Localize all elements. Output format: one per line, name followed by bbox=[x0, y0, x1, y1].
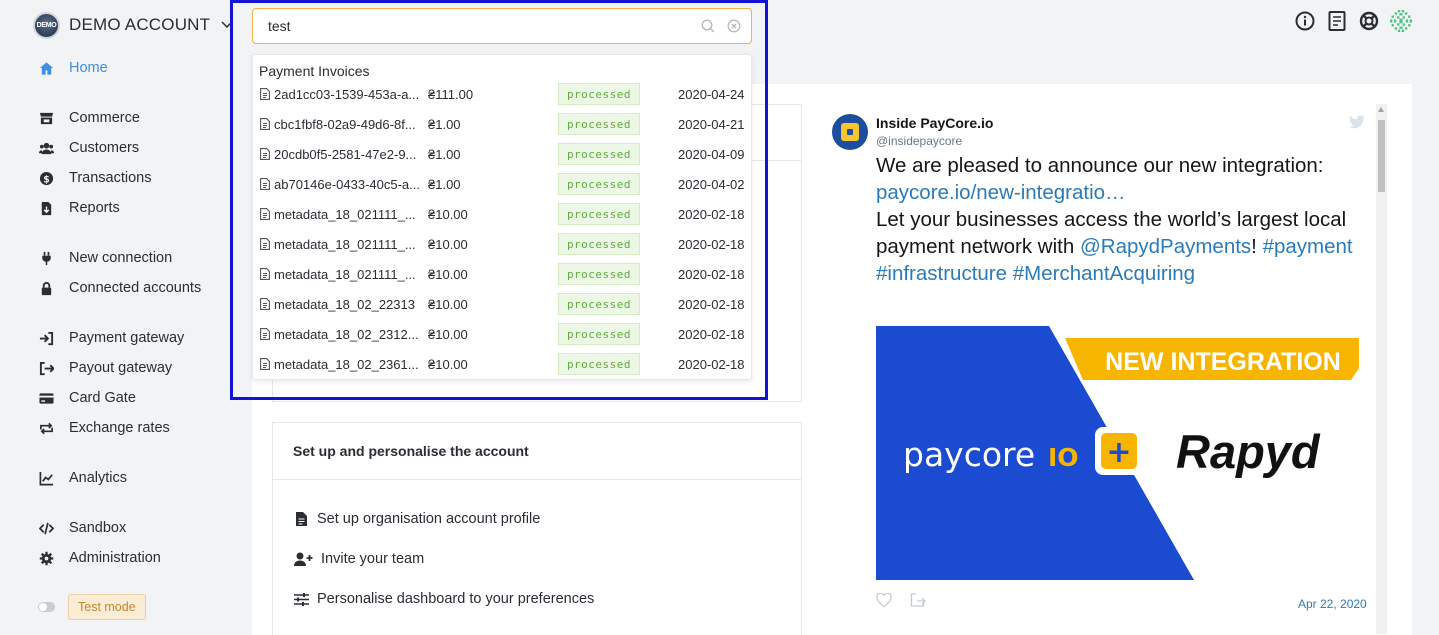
sidebar-item-new-connection[interactable]: New connection bbox=[38, 247, 172, 269]
sidebar-item-customers[interactable]: Customers bbox=[38, 137, 139, 159]
lifebuoy-icon[interactable] bbox=[1358, 10, 1380, 32]
twitter-bird-icon[interactable] bbox=[1349, 115, 1365, 129]
heart-icon[interactable] bbox=[876, 592, 892, 612]
setup-item-label: Invite your team bbox=[321, 551, 425, 567]
test-mode-toggle[interactable] bbox=[38, 602, 55, 612]
sidebar-item-label: Transactions bbox=[69, 170, 152, 186]
sign-out-icon bbox=[38, 360, 54, 376]
tweet-avatar[interactable] bbox=[832, 114, 868, 150]
tweet-mention[interactable]: @RapydPayments bbox=[1080, 235, 1251, 258]
file-text-icon bbox=[293, 512, 309, 526]
paycore-logo-icon bbox=[841, 123, 859, 141]
tweet-embed: Inside PayCore.io @insidepaycore We are … bbox=[822, 104, 1387, 634]
sidebar-item-label: Analytics bbox=[69, 470, 128, 486]
sidebar-item-exchange-rates[interactable]: Exchange rates bbox=[38, 417, 170, 439]
sidebar-item-label: Customers bbox=[69, 140, 140, 156]
gear-icon bbox=[38, 550, 54, 566]
sidebar: DEMO DEMO ACCOUNT Home Commerce Customer… bbox=[0, 0, 252, 635]
tweet-text: We are pleased to announce our new integ… bbox=[876, 152, 1371, 287]
invite-team-link[interactable]: Invite your team bbox=[293, 551, 424, 567]
account-logo: DEMO bbox=[33, 11, 60, 39]
user-plus-icon bbox=[293, 552, 313, 566]
book-icon[interactable] bbox=[1326, 10, 1348, 32]
sidebar-item-label: Payment gateway bbox=[69, 330, 185, 346]
sidebar-item-administration[interactable]: Administration bbox=[38, 547, 161, 569]
dollar-circle-icon: $ bbox=[38, 170, 54, 186]
info-icon[interactable] bbox=[1294, 10, 1316, 32]
tweet-actions bbox=[876, 592, 926, 612]
share-icon[interactable] bbox=[910, 593, 926, 612]
sidebar-item-label: Home bbox=[69, 60, 108, 76]
sidebar-item-payout-gateway[interactable]: Payout gateway bbox=[38, 357, 172, 379]
tweet-hashtag[interactable]: #payment bbox=[1263, 235, 1353, 258]
lock-icon bbox=[38, 280, 54, 296]
tweet-text-line: ! bbox=[1251, 235, 1263, 258]
tweet-image[interactable]: NEW INTEGRATION paycore IO + Rapyd bbox=[876, 326, 1359, 580]
sidebar-item-commerce[interactable]: Commerce bbox=[38, 107, 140, 129]
sidebar-item-label: New connection bbox=[69, 250, 173, 266]
highlight-box bbox=[230, 0, 768, 400]
integration-banner-graphic: NEW INTEGRATION paycore IO + Rapyd bbox=[876, 326, 1359, 580]
sidebar-item-transactions[interactable]: $ Transactions bbox=[38, 167, 151, 189]
sidebar-item-label: Connected accounts bbox=[69, 280, 202, 296]
banner-text: NEW INTEGRATION bbox=[1105, 348, 1341, 376]
users-icon bbox=[38, 140, 54, 156]
sign-in-icon bbox=[38, 330, 54, 346]
line-chart-icon bbox=[38, 470, 54, 486]
test-mode-control: Test mode bbox=[38, 594, 146, 620]
sidebar-item-home[interactable]: Home bbox=[38, 57, 108, 79]
code-icon bbox=[38, 520, 54, 536]
sidebar-item-label: Administration bbox=[69, 550, 161, 566]
setup-item-label: Set up organisation account profile bbox=[317, 511, 541, 527]
account-name: DEMO ACCOUNT bbox=[69, 15, 211, 34]
plus-sign: + bbox=[1106, 435, 1131, 470]
tweet-author-name[interactable]: Inside PayCore.io bbox=[876, 115, 993, 131]
setup-card: Set up and personalise the account Set u… bbox=[272, 422, 802, 635]
plug-icon bbox=[38, 250, 54, 266]
sidebar-item-sandbox[interactable]: Sandbox bbox=[38, 517, 126, 539]
setup-profile-link[interactable]: Set up organisation account profile bbox=[293, 511, 540, 527]
top-toolbar bbox=[1294, 10, 1412, 32]
sidebar-item-label: Payout gateway bbox=[69, 360, 173, 376]
tweet-link[interactable]: paycore.io/new-integratio… bbox=[876, 181, 1126, 204]
home-icon bbox=[38, 60, 54, 76]
pattern-avatar-icon[interactable] bbox=[1390, 10, 1412, 32]
svg-text:$: $ bbox=[43, 174, 50, 185]
report-file-icon bbox=[38, 200, 54, 216]
sidebar-item-label: Card Gate bbox=[69, 390, 136, 406]
tweet-hashtag[interactable]: #MerchantAcquiring bbox=[1013, 262, 1195, 285]
rapyd-wordmark: Rapyd bbox=[1176, 425, 1321, 478]
sliders-icon bbox=[293, 592, 309, 606]
sidebar-item-label: Exchange rates bbox=[69, 420, 170, 436]
scroll-up-arrow-icon[interactable] bbox=[1378, 107, 1384, 112]
sidebar-item-label: Sandbox bbox=[69, 520, 127, 536]
exchange-icon bbox=[38, 420, 54, 436]
sidebar-item-connected-accounts[interactable]: Connected accounts bbox=[38, 277, 201, 299]
sidebar-item-payment-gateway[interactable]: Payment gateway bbox=[38, 327, 184, 349]
scrollbar-thumb[interactable] bbox=[1378, 120, 1385, 192]
credit-card-icon bbox=[38, 390, 54, 406]
sidebar-item-analytics[interactable]: Analytics bbox=[38, 467, 127, 489]
sidebar-item-card-gate[interactable]: Card Gate bbox=[38, 387, 136, 409]
tweet-hashtag[interactable]: #infrastructure bbox=[876, 262, 1007, 285]
tweet-author-handle[interactable]: @insidepaycore bbox=[876, 134, 962, 148]
personalise-dashboard-link[interactable]: Personalise dashboard to your preference… bbox=[293, 591, 594, 607]
store-icon bbox=[38, 110, 54, 126]
sidebar-item-label: Reports bbox=[69, 200, 120, 216]
tweet-scrollbar[interactable] bbox=[1376, 104, 1387, 634]
paycore-wordmark: paycore bbox=[903, 435, 1035, 474]
test-mode-badge: Test mode bbox=[68, 594, 146, 620]
account-switcher[interactable]: DEMO DEMO ACCOUNT bbox=[33, 11, 233, 39]
paycore-wordmark-suffix: IO bbox=[1048, 443, 1079, 472]
sidebar-item-label: Commerce bbox=[69, 110, 140, 126]
tweet-text-line: We are pleased to announce our new integ… bbox=[876, 154, 1324, 177]
sidebar-item-reports[interactable]: Reports bbox=[38, 197, 120, 219]
setup-card-title: Set up and personalise the account bbox=[273, 423, 801, 480]
tweet-date[interactable]: Apr 22, 2020 bbox=[1298, 597, 1367, 611]
setup-item-label: Personalise dashboard to your preference… bbox=[317, 591, 595, 607]
